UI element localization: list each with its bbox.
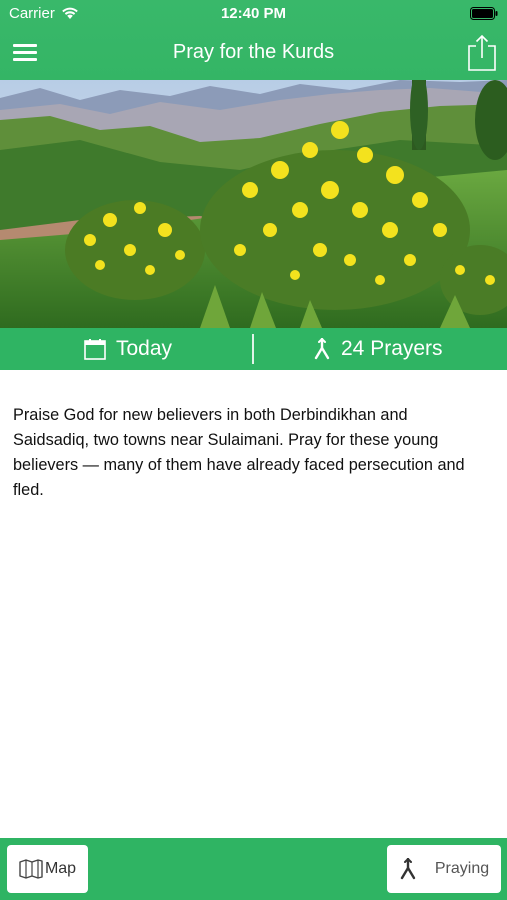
info-divider: [252, 334, 254, 364]
prayers-count-label: 24 Prayers: [341, 337, 443, 360]
bottom-toolbar: Map Praying: [0, 838, 507, 900]
status-bar: Carrier 12:40 PM: [0, 0, 507, 28]
landscape-image: [0, 80, 507, 328]
info-bar: Today 24 Prayers: [0, 328, 507, 370]
status-time: 12:40 PM: [220, 5, 287, 22]
map-label: Map: [44, 860, 77, 877]
page-title: Pray for the Kurds: [172, 41, 335, 63]
praying-hands-icon: [314, 338, 330, 360]
map-button[interactable]: Map: [7, 845, 88, 893]
praying-label: Praying: [434, 860, 490, 877]
praying-button[interactable]: Praying: [387, 845, 501, 893]
nav-bar: Pray for the Kurds: [0, 30, 507, 76]
today-label: Today: [116, 337, 173, 360]
hero-image: [0, 80, 507, 328]
share-icon[interactable]: [465, 32, 499, 72]
praying-hands-icon: [400, 858, 416, 880]
calendar-icon: [84, 338, 106, 360]
battery-icon: [470, 7, 498, 20]
prayers-count-button[interactable]: 24 Prayers: [313, 328, 443, 370]
map-icon: [19, 859, 43, 879]
prayer-text: Praise God for new believers in both Der…: [13, 406, 465, 499]
today-button[interactable]: Today: [84, 328, 172, 370]
header: Carrier 12:40 PM Pray for the Kurds: [0, 0, 507, 80]
